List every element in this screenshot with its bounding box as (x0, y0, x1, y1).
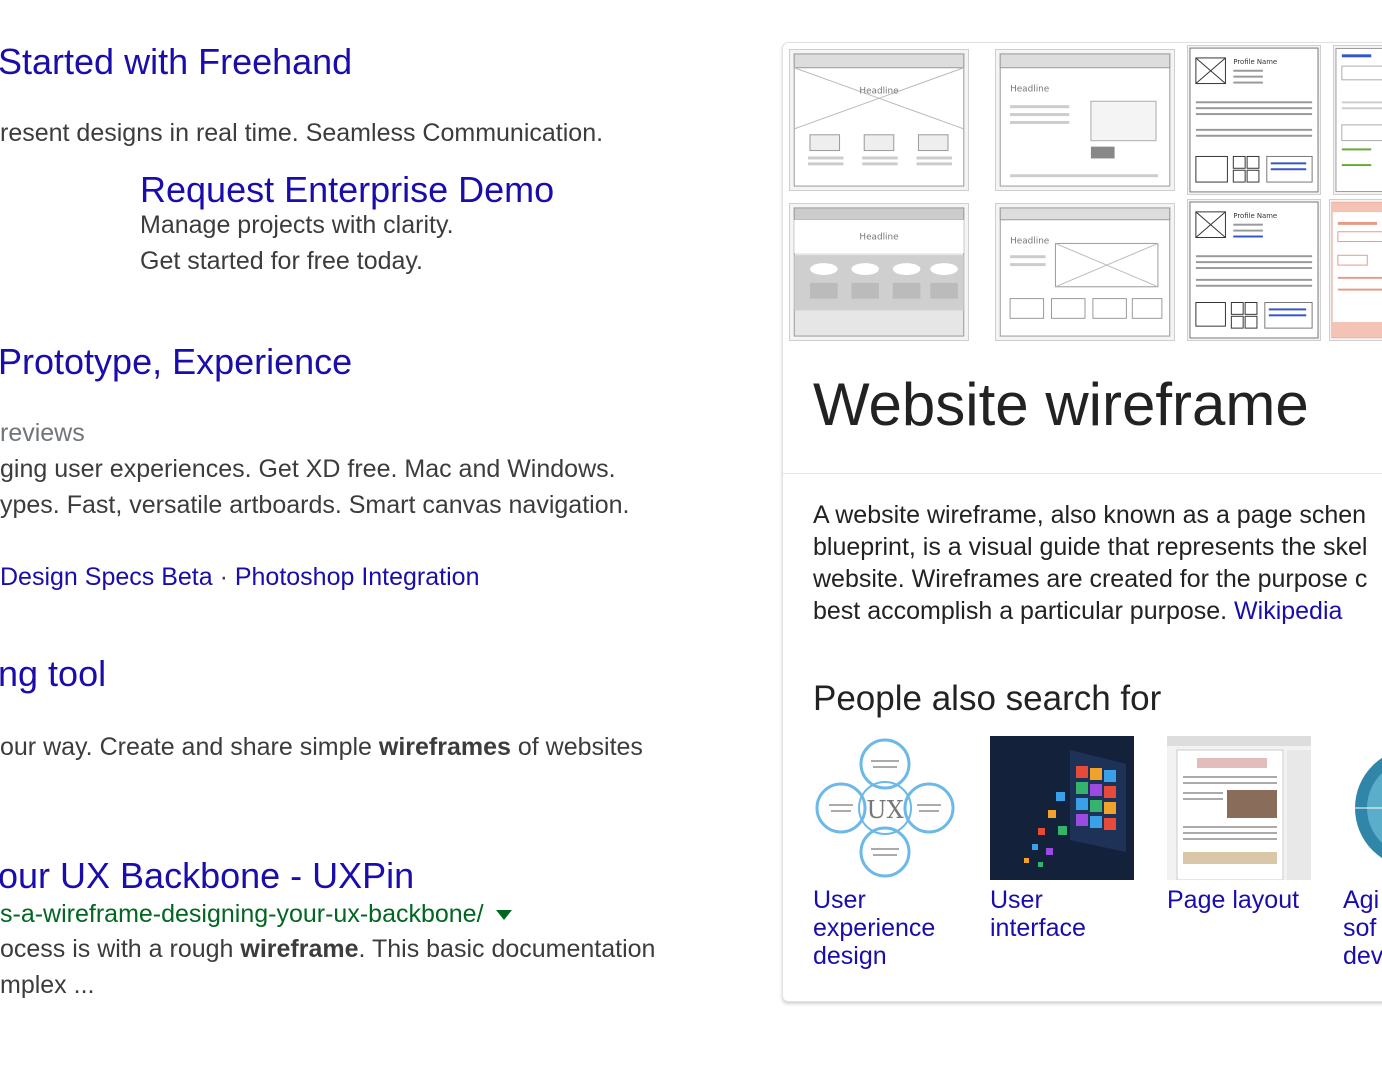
result-4-snippet-1: ocess is with a rough wireframe. This ba… (0, 937, 655, 962)
result-4-snippet-post: . This basic documentation (358, 935, 656, 963)
result-2-snippet-1: ging user experiences. Get XD free. Mac … (0, 455, 616, 483)
pas-item-page-layout[interactable]: Page layout (1167, 736, 1311, 914)
sitelink-design-specs[interactable]: Design Specs Beta (0, 563, 213, 591)
thumb-heading-7: Profile Name (1233, 212, 1277, 220)
knowledge-panel-divider (783, 473, 1382, 474)
pas-label-ux-design[interactable]: User experience design (813, 886, 963, 970)
wireframe-thumbnail-3[interactable]: Profile Name (1187, 45, 1321, 195)
result-4-snippet-bold: wireframe (240, 935, 359, 963)
wireframe-thumbnail-1[interactable]: Headline (789, 49, 969, 191)
wireframe-thumbnail-6[interactable]: Headline (995, 203, 1175, 341)
ux-center-text: UX (866, 796, 903, 824)
knowledge-panel: Headline Headline Profile Name Headline … (782, 42, 1382, 1002)
wireframe-thumbnail-2[interactable]: Headline (995, 49, 1175, 191)
wireframe-image-4 (1335, 47, 1382, 193)
wireframe-thumbnail-4[interactable] (1333, 45, 1382, 195)
sitelink-line-1: Manage projects with clarity. (140, 211, 454, 239)
wireframe-image-7: Profile Name (1189, 201, 1319, 339)
dropdown-arrow-icon[interactable] (495, 910, 512, 921)
pas-item-ux-design[interactable]: UX User experience design (813, 736, 957, 970)
result-3-snippet-post: of websites (510, 733, 643, 761)
sitelink-line-2: Get started for free today. (140, 247, 424, 275)
ui-tiles-image (990, 736, 1134, 880)
result-4-snippet-2: mplex ... (0, 971, 95, 999)
wireframe-image-1: Headline (793, 53, 965, 187)
result-4-title[interactable]: our UX Backbone - UXPin (0, 858, 414, 894)
result-3-snippet-bold: wireframes (378, 733, 511, 761)
result-4-url[interactable]: s-a-wireframe-designing-your-ux-backbone… (0, 902, 512, 927)
result-1-title[interactable]: Started with Freehand (0, 44, 352, 80)
thumb-heading-2: Headline (1010, 84, 1049, 94)
result-3-snippet-pre: our way. Create and share simple (0, 733, 379, 761)
description-line-3: website. Wireframes are created for the … (813, 565, 1368, 593)
thumb-heading-3: Profile Name (1233, 58, 1277, 66)
wireframe-thumbnail-7[interactable]: Profile Name (1187, 199, 1321, 341)
result-4-url-text[interactable]: s-a-wireframe-designing-your-ux-backbone… (0, 900, 484, 928)
thumb-heading-1: Headline (859, 86, 898, 96)
ux-diagram-image: UX (813, 736, 957, 880)
sitelink-separator: · (212, 563, 235, 591)
result-2-sitelinks: Design Specs Beta · Photoshop Integratio… (0, 565, 479, 590)
result-2-reviews: reviews (0, 419, 85, 447)
sitelink-request-demo[interactable]: Request Enterprise Demo (140, 172, 554, 208)
pas-item-agile[interactable]: Agi sof dev (1343, 736, 1382, 970)
newspaper-image (1167, 736, 1311, 880)
result-3-title[interactable]: ng tool (0, 656, 106, 692)
pas-label-page-layout[interactable]: Page layout (1167, 886, 1317, 914)
result-4-snippet-pre: ocess is with a rough (0, 935, 241, 963)
wireframe-image-8 (1331, 201, 1382, 339)
knowledge-panel-description: A website wireframe, also known as a pag… (813, 499, 1367, 627)
wireframe-image-3: Profile Name (1189, 47, 1319, 193)
wikipedia-link[interactable]: Wikipedia (1234, 597, 1342, 625)
knowledge-panel-title: Website wireframe (813, 371, 1309, 438)
wireframe-thumbnail-8[interactable] (1329, 199, 1382, 341)
thumb-heading-5: Headline (859, 232, 898, 242)
wireframe-thumbnail-5[interactable]: Headline (789, 203, 969, 341)
thumb-heading-6: Headline (1010, 236, 1049, 246)
pas-label-user-interface[interactable]: User interface (990, 886, 1140, 942)
result-2-snippet-2: ypes. Fast, versatile artboards. Smart c… (0, 491, 630, 519)
wireframe-image-5: Headline (793, 207, 965, 337)
result-2-title[interactable]: Prototype, Experience (0, 344, 352, 380)
pas-label-agile[interactable]: Agi sof dev (1343, 886, 1382, 970)
result-1-snippet: resent designs in real time. Seamless Co… (0, 119, 604, 147)
wireframe-image-6: Headline (999, 207, 1171, 337)
people-also-search-heading: People also search for (813, 679, 1162, 718)
agile-circle-image (1343, 736, 1382, 880)
description-line-1: A website wireframe, also known as a pag… (813, 501, 1367, 529)
pas-item-user-interface[interactable]: User interface (990, 736, 1134, 942)
sitelink-photoshop[interactable]: Photoshop Integration (235, 563, 480, 591)
description-line-2: blueprint, is a visual guide that repres… (813, 533, 1368, 561)
description-line-4: best accomplish a particular purpose. (813, 597, 1235, 625)
wireframe-image-2: Headline (999, 53, 1171, 187)
result-3-snippet: our way. Create and share simple wirefra… (0, 735, 643, 760)
